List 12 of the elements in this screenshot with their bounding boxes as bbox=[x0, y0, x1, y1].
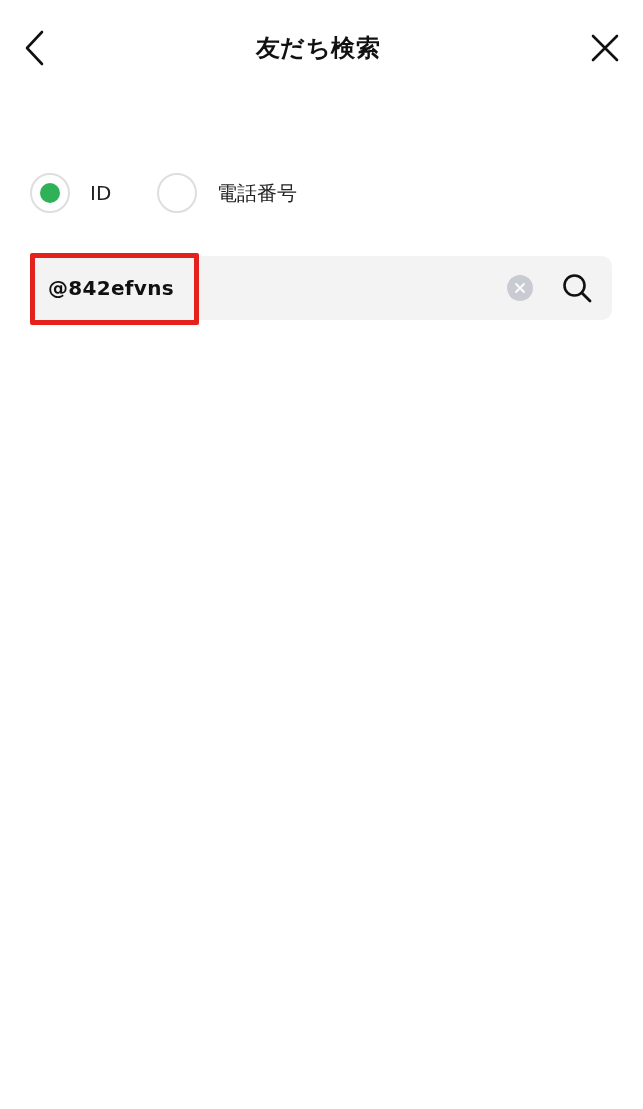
clear-icon bbox=[507, 275, 533, 301]
search-button[interactable] bbox=[562, 273, 592, 303]
search-type-option[interactable]: ID bbox=[30, 173, 112, 213]
search-type-option[interactable]: 電話番号 bbox=[157, 173, 298, 213]
radio-button[interactable] bbox=[30, 173, 70, 213]
radio-button[interactable] bbox=[157, 173, 198, 213]
close-button[interactable] bbox=[591, 34, 619, 62]
page-title: 友だち検索 bbox=[255, 33, 381, 64]
search-icon bbox=[562, 273, 592, 303]
close-icon bbox=[591, 34, 619, 62]
chevron-left-icon bbox=[24, 30, 45, 66]
back-button[interactable] bbox=[24, 30, 45, 66]
